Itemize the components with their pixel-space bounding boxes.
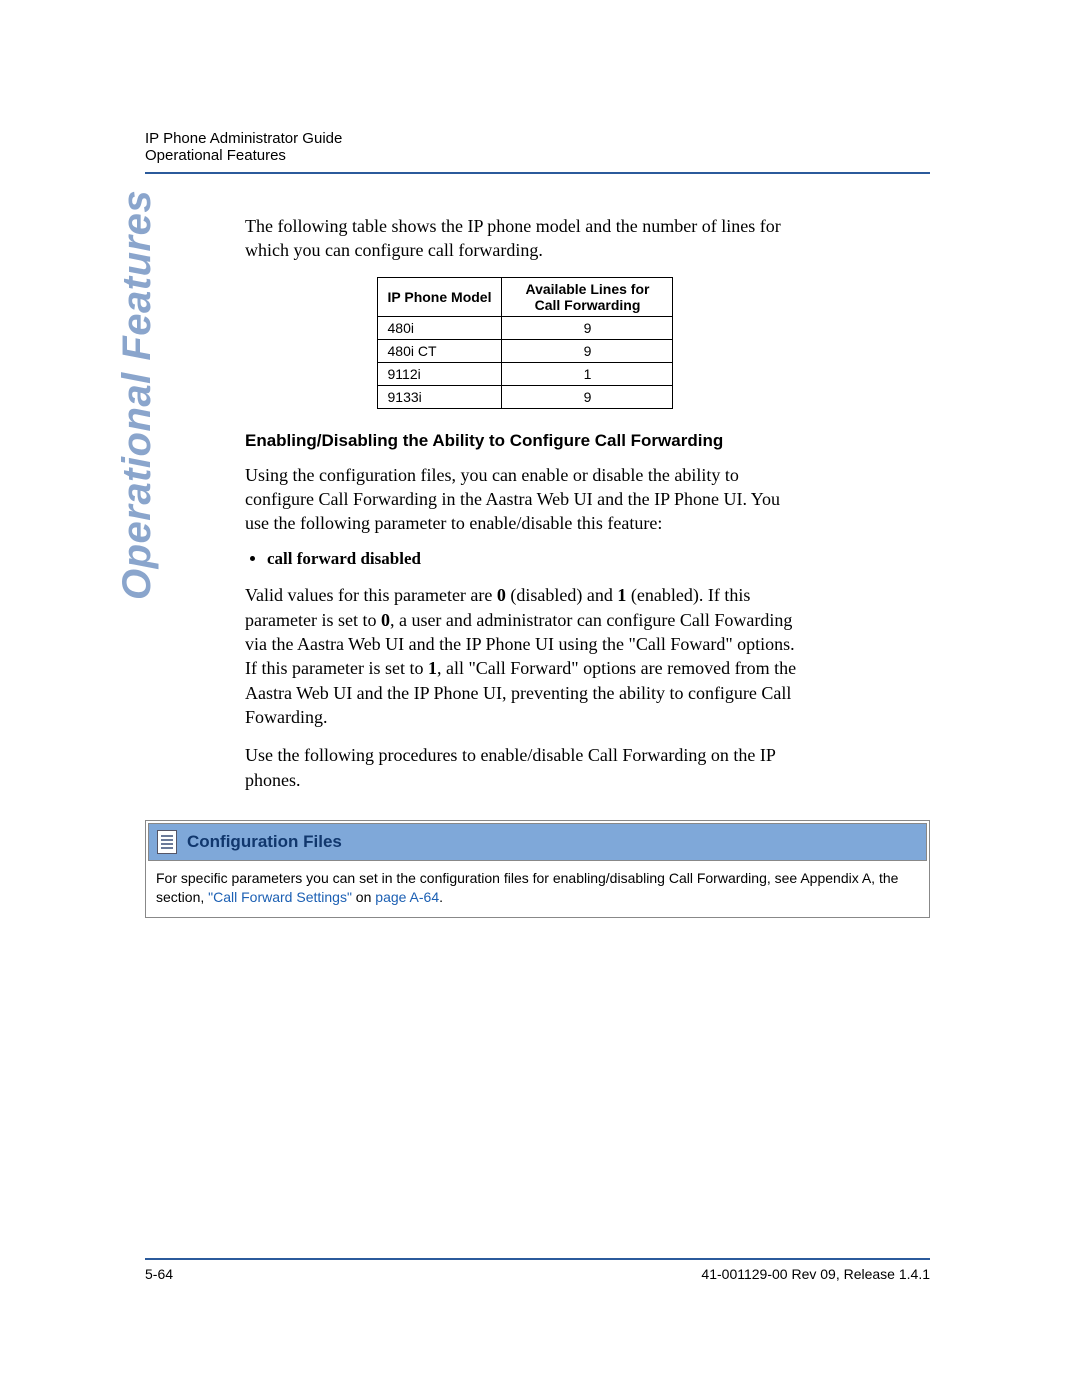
side-section-label: Operational Features: [115, 190, 160, 600]
subheading-enable-disable: Enabling/Disabling the Ability to Config…: [245, 431, 805, 451]
intro-paragraph: The following table shows the IP phone m…: [245, 214, 805, 263]
footer-page-number: 5-64: [145, 1266, 173, 1282]
table-header-row: IP Phone Model Available Lines for Call …: [377, 277, 673, 316]
param-bullet: call forward disabled: [267, 549, 805, 569]
footer-divider: [145, 1258, 930, 1260]
table-cell-lines: 9: [502, 385, 673, 408]
para-config-files: Using the configuration files, you can e…: [245, 463, 805, 536]
header-section-title: Operational Features: [145, 147, 930, 164]
link-call-forward-settings[interactable]: "Call Forward Settings": [208, 889, 352, 905]
text-fragment: .: [439, 889, 443, 905]
link-page-a64[interactable]: page A-64: [375, 889, 439, 905]
config-files-title: Configuration Files: [187, 832, 342, 852]
table-cell-model: 480i: [377, 316, 502, 339]
text-fragment: Valid values for this parameter are: [245, 585, 497, 605]
text-bold-zero: 0: [381, 610, 390, 630]
config-files-titlebar: Configuration Files: [148, 823, 927, 861]
phone-model-table: IP Phone Model Available Lines for Call …: [377, 277, 674, 409]
param-bullet-list: call forward disabled: [267, 549, 805, 569]
table-cell-model: 9133i: [377, 385, 502, 408]
header-divider: [145, 172, 930, 174]
table-cell-model: 9112i: [377, 362, 502, 385]
para-procedures: Use the following procedures to enable/d…: [245, 743, 805, 792]
header-guide-title: IP Phone Administrator Guide: [145, 130, 930, 147]
page-footer: 5-64 41-001129-00 Rev 09, Release 1.4.1: [145, 1258, 930, 1282]
table-row: 480i CT 9: [377, 339, 673, 362]
text-fragment: (disabled) and: [506, 585, 617, 605]
para-valid-values: Valid values for this parameter are 0 (d…: [245, 583, 805, 729]
config-files-body: For specific parameters you can set in t…: [146, 863, 929, 917]
table-header-model: IP Phone Model: [377, 277, 502, 316]
table-cell-model: 480i CT: [377, 339, 502, 362]
table-row: 480i 9: [377, 316, 673, 339]
document-icon: [157, 830, 177, 854]
table-header-lines: Available Lines for Call Forwarding: [502, 277, 673, 316]
table-row: 9133i 9: [377, 385, 673, 408]
table-cell-lines: 9: [502, 316, 673, 339]
table-row: 9112i 1: [377, 362, 673, 385]
text-fragment: on: [352, 889, 375, 905]
text-bold-zero: 0: [497, 585, 506, 605]
table-cell-lines: 1: [502, 362, 673, 385]
footer-doc-rev: 41-001129-00 Rev 09, Release 1.4.1: [701, 1266, 930, 1282]
config-files-box: Configuration Files For specific paramet…: [145, 820, 930, 918]
text-bold-one: 1: [428, 658, 437, 678]
table-cell-lines: 9: [502, 339, 673, 362]
